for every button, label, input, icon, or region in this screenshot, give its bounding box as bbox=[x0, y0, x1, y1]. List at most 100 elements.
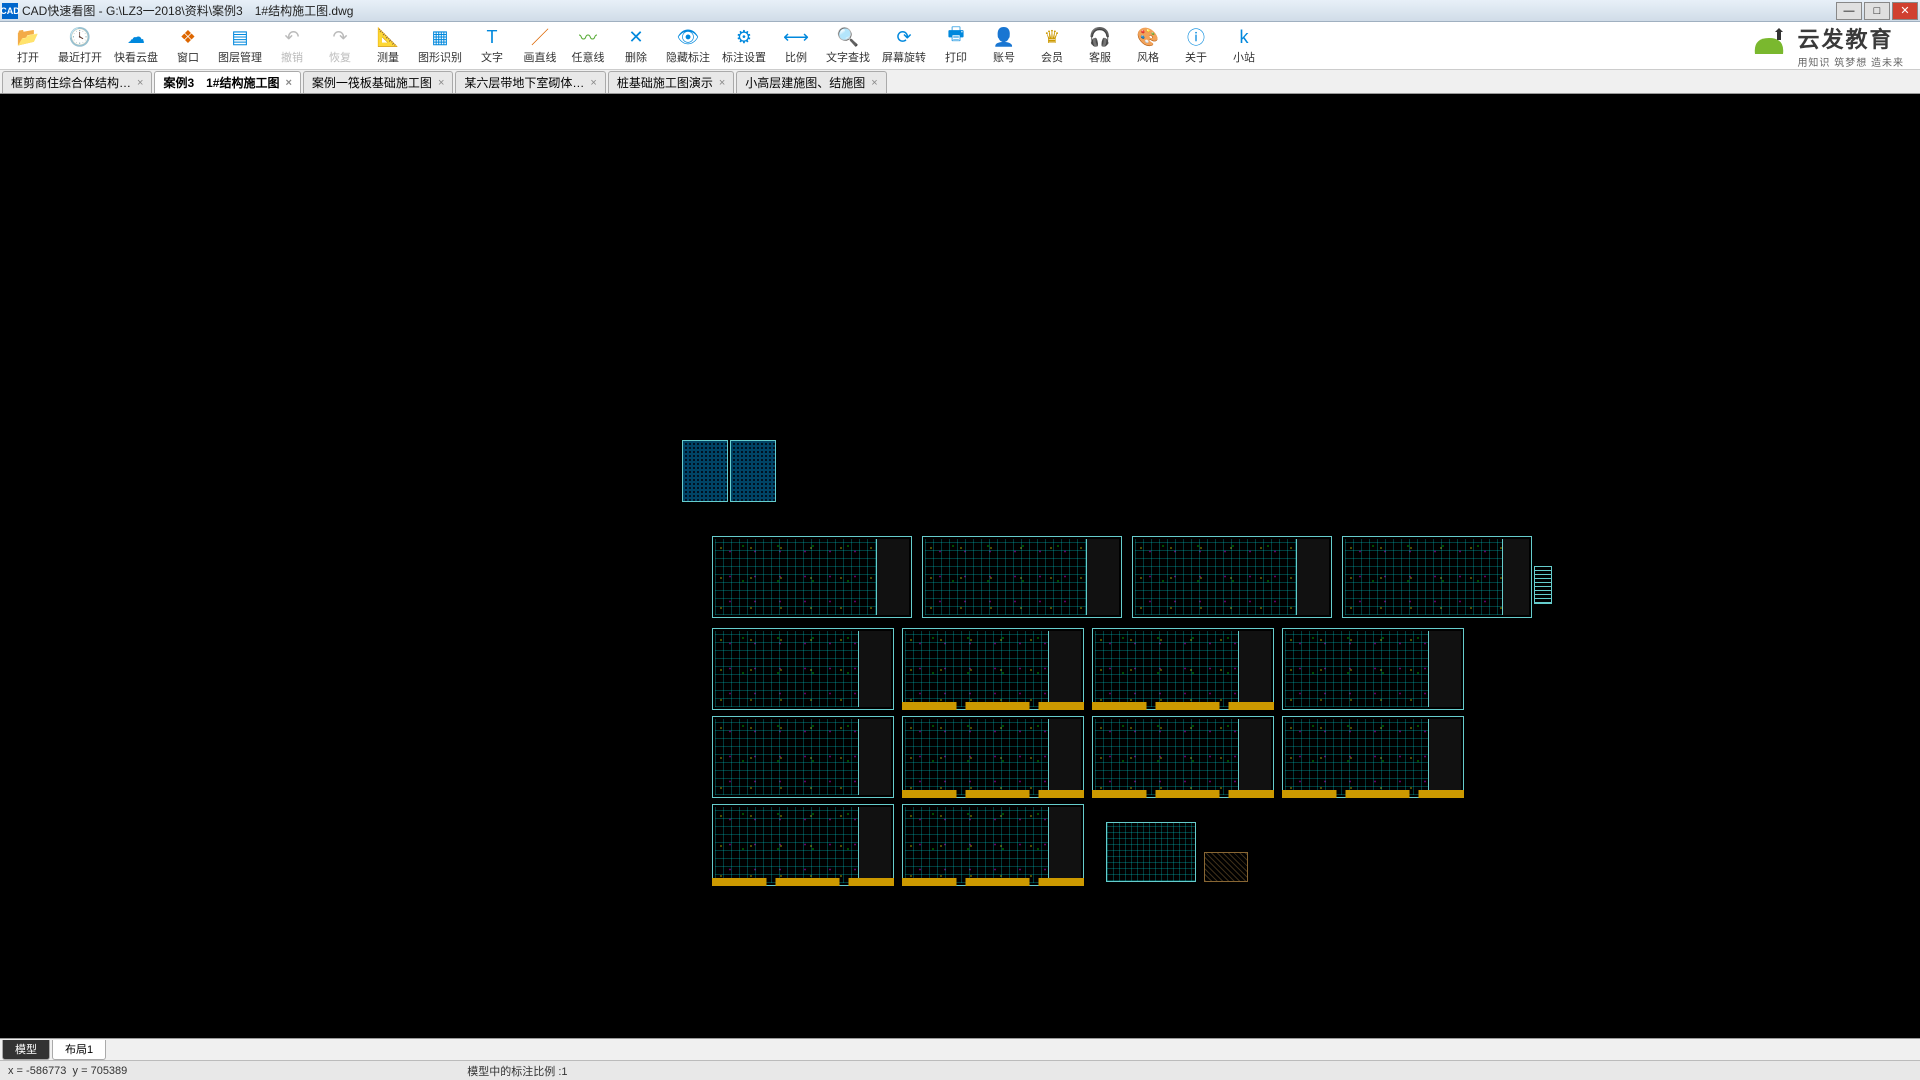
hide-button[interactable]: 👁隐藏标注 bbox=[660, 23, 716, 69]
app-icon: CAD bbox=[2, 3, 18, 19]
minimize-button[interactable]: — bbox=[1836, 2, 1862, 20]
close-button[interactable]: ✕ bbox=[1892, 2, 1918, 20]
print-button[interactable]: 🖶打印 bbox=[932, 23, 980, 69]
scale-button[interactable]: ⟷比例 bbox=[772, 23, 820, 69]
support-label: 客服 bbox=[1089, 49, 1111, 65]
drawing-sheet[interactable] bbox=[902, 716, 1084, 798]
open-button[interactable]: 📂打开 bbox=[4, 23, 52, 69]
drawing-sheet[interactable] bbox=[922, 536, 1122, 618]
undo-button[interactable]: ↶撤销 bbox=[268, 23, 316, 69]
drawing-element bbox=[1092, 790, 1274, 798]
vip-icon: ♛ bbox=[1041, 26, 1063, 48]
drawing-sheet[interactable] bbox=[712, 628, 894, 710]
drawing-sheet[interactable] bbox=[712, 716, 894, 798]
drawing-sheet[interactable] bbox=[1092, 628, 1274, 710]
tab-label: 案例一筏板基础施工图 bbox=[312, 74, 432, 91]
document-tab[interactable]: 桩基础施工图演示× bbox=[608, 71, 734, 93]
text-button[interactable]: T文字 bbox=[468, 23, 516, 69]
undo-label: 撤销 bbox=[281, 49, 303, 65]
findtext-button[interactable]: 🔍文字查找 bbox=[820, 23, 876, 69]
about-label: 关于 bbox=[1185, 49, 1207, 65]
brand-logo: 云发教育用知识 筑梦想 造未来 bbox=[1747, 22, 1916, 69]
site-button[interactable]: k小站 bbox=[1220, 23, 1268, 69]
drawing-sheet[interactable] bbox=[730, 440, 776, 502]
drawing-canvas[interactable] bbox=[0, 94, 1920, 1038]
rotate-icon: ⟳ bbox=[893, 26, 915, 48]
drawing-sheet[interactable] bbox=[1282, 716, 1464, 798]
window-label: 窗口 bbox=[177, 49, 199, 65]
measure-button[interactable]: 📐测量 bbox=[364, 23, 412, 69]
maximize-button[interactable]: □ bbox=[1864, 2, 1890, 20]
print-icon: 🖶 bbox=[945, 26, 967, 48]
dimset-label: 标注设置 bbox=[722, 49, 766, 65]
vip-label: 会员 bbox=[1041, 49, 1063, 65]
dimset-button[interactable]: ⚙标注设置 bbox=[716, 23, 772, 69]
drawing-sheet[interactable] bbox=[1282, 628, 1464, 710]
window-title: CAD快速看图 - G:\LZ3一2018\资料\案例3 1#结构施工图.dwg bbox=[22, 2, 1836, 19]
drawing-sheet[interactable] bbox=[1106, 822, 1196, 882]
drawing-sheet[interactable] bbox=[712, 536, 912, 618]
document-tab[interactable]: 小高层建施图、结施图× bbox=[736, 71, 886, 93]
rotate-button[interactable]: ⟳屏幕旋转 bbox=[876, 23, 932, 69]
document-tab[interactable]: 案例3 1#结构施工图× bbox=[154, 71, 300, 93]
style-button[interactable]: 🎨风格 bbox=[1124, 23, 1172, 69]
layout-tab[interactable]: 布局1 bbox=[52, 1040, 106, 1060]
drawing-sheet[interactable] bbox=[1342, 536, 1532, 618]
statusbar: x = -586773 y = 705389 模型中的标注比例 :1 bbox=[0, 1060, 1920, 1080]
freeline-label: 任意线 bbox=[572, 49, 605, 65]
tab-close-icon[interactable]: × bbox=[590, 77, 596, 89]
freeline-button[interactable]: 〰任意线 bbox=[564, 23, 612, 69]
layer-label: 图层管理 bbox=[218, 49, 262, 65]
document-tab[interactable]: 某六层带地下室砌体… × bbox=[455, 71, 605, 93]
drawing-sheet[interactable] bbox=[1092, 716, 1274, 798]
recognize-label: 图形识别 bbox=[418, 49, 462, 65]
delete-button[interactable]: ✕删除 bbox=[612, 23, 660, 69]
drawing-sheet[interactable] bbox=[902, 628, 1084, 710]
tab-close-icon[interactable]: × bbox=[137, 77, 143, 89]
tab-label: 框剪商住综合体结构… bbox=[11, 74, 131, 91]
measure-icon: 📐 bbox=[377, 26, 399, 48]
recognize-icon: ▦ bbox=[429, 26, 451, 48]
cloud-button[interactable]: ☁快看云盘 bbox=[108, 23, 164, 69]
tab-label: 某六层带地下室砌体… bbox=[464, 74, 584, 91]
layout-tab[interactable]: 模型 bbox=[2, 1040, 50, 1060]
drawing-sheet[interactable] bbox=[712, 804, 894, 886]
dimset-icon: ⚙ bbox=[733, 26, 755, 48]
about-icon: ⓘ bbox=[1185, 26, 1207, 48]
drawing-sheet[interactable] bbox=[1204, 852, 1248, 882]
cloud-icon: ☁ bbox=[125, 26, 147, 48]
tab-close-icon[interactable]: × bbox=[285, 77, 291, 89]
drawing-sheet[interactable] bbox=[682, 440, 728, 502]
document-tab[interactable]: 框剪商住综合体结构… × bbox=[2, 71, 152, 93]
document-tab[interactable]: 案例一筏板基础施工图 × bbox=[303, 71, 453, 93]
account-button[interactable]: 👤账号 bbox=[980, 23, 1028, 69]
tab-close-icon[interactable]: × bbox=[871, 77, 877, 89]
freeline-icon: 〰 bbox=[577, 26, 599, 48]
drawing-element bbox=[1092, 702, 1274, 710]
drawing-sheet[interactable] bbox=[1132, 536, 1332, 618]
rotate-label: 屏幕旋转 bbox=[882, 49, 926, 65]
drawing-sheet[interactable] bbox=[902, 804, 1084, 886]
layer-button[interactable]: ▤图层管理 bbox=[212, 23, 268, 69]
support-button[interactable]: 🎧客服 bbox=[1076, 23, 1124, 69]
coordinate-readout: x = -586773 y = 705389 bbox=[8, 1065, 127, 1077]
tab-close-icon[interactable]: × bbox=[719, 77, 725, 89]
tab-close-icon[interactable]: × bbox=[438, 77, 444, 89]
redo-button[interactable]: ↷恢复 bbox=[316, 23, 364, 69]
cloud-label: 快看云盘 bbox=[114, 49, 158, 65]
line-button[interactable]: ／画直线 bbox=[516, 23, 564, 69]
drawing-sheet[interactable] bbox=[1534, 566, 1552, 604]
text-label: 文字 bbox=[481, 49, 503, 65]
measure-label: 测量 bbox=[377, 49, 399, 65]
scale-label: 比例 bbox=[785, 49, 807, 65]
window-button[interactable]: ❖窗口 bbox=[164, 23, 212, 69]
recent-icon: 🕓 bbox=[69, 26, 91, 48]
document-tabs: 框剪商住综合体结构…×案例3 1#结构施工图×案例一筏板基础施工图×某六层带地下… bbox=[0, 70, 1920, 94]
brand-sub: 用知识 筑梦想 造未来 bbox=[1797, 54, 1904, 69]
vip-button[interactable]: ♛会员 bbox=[1028, 23, 1076, 69]
window-icon: ❖ bbox=[177, 26, 199, 48]
recent-button[interactable]: 🕓最近打开 bbox=[52, 23, 108, 69]
recognize-button[interactable]: ▦图形识别 bbox=[412, 23, 468, 69]
redo-label: 恢复 bbox=[329, 49, 351, 65]
about-button[interactable]: ⓘ关于 bbox=[1172, 23, 1220, 69]
